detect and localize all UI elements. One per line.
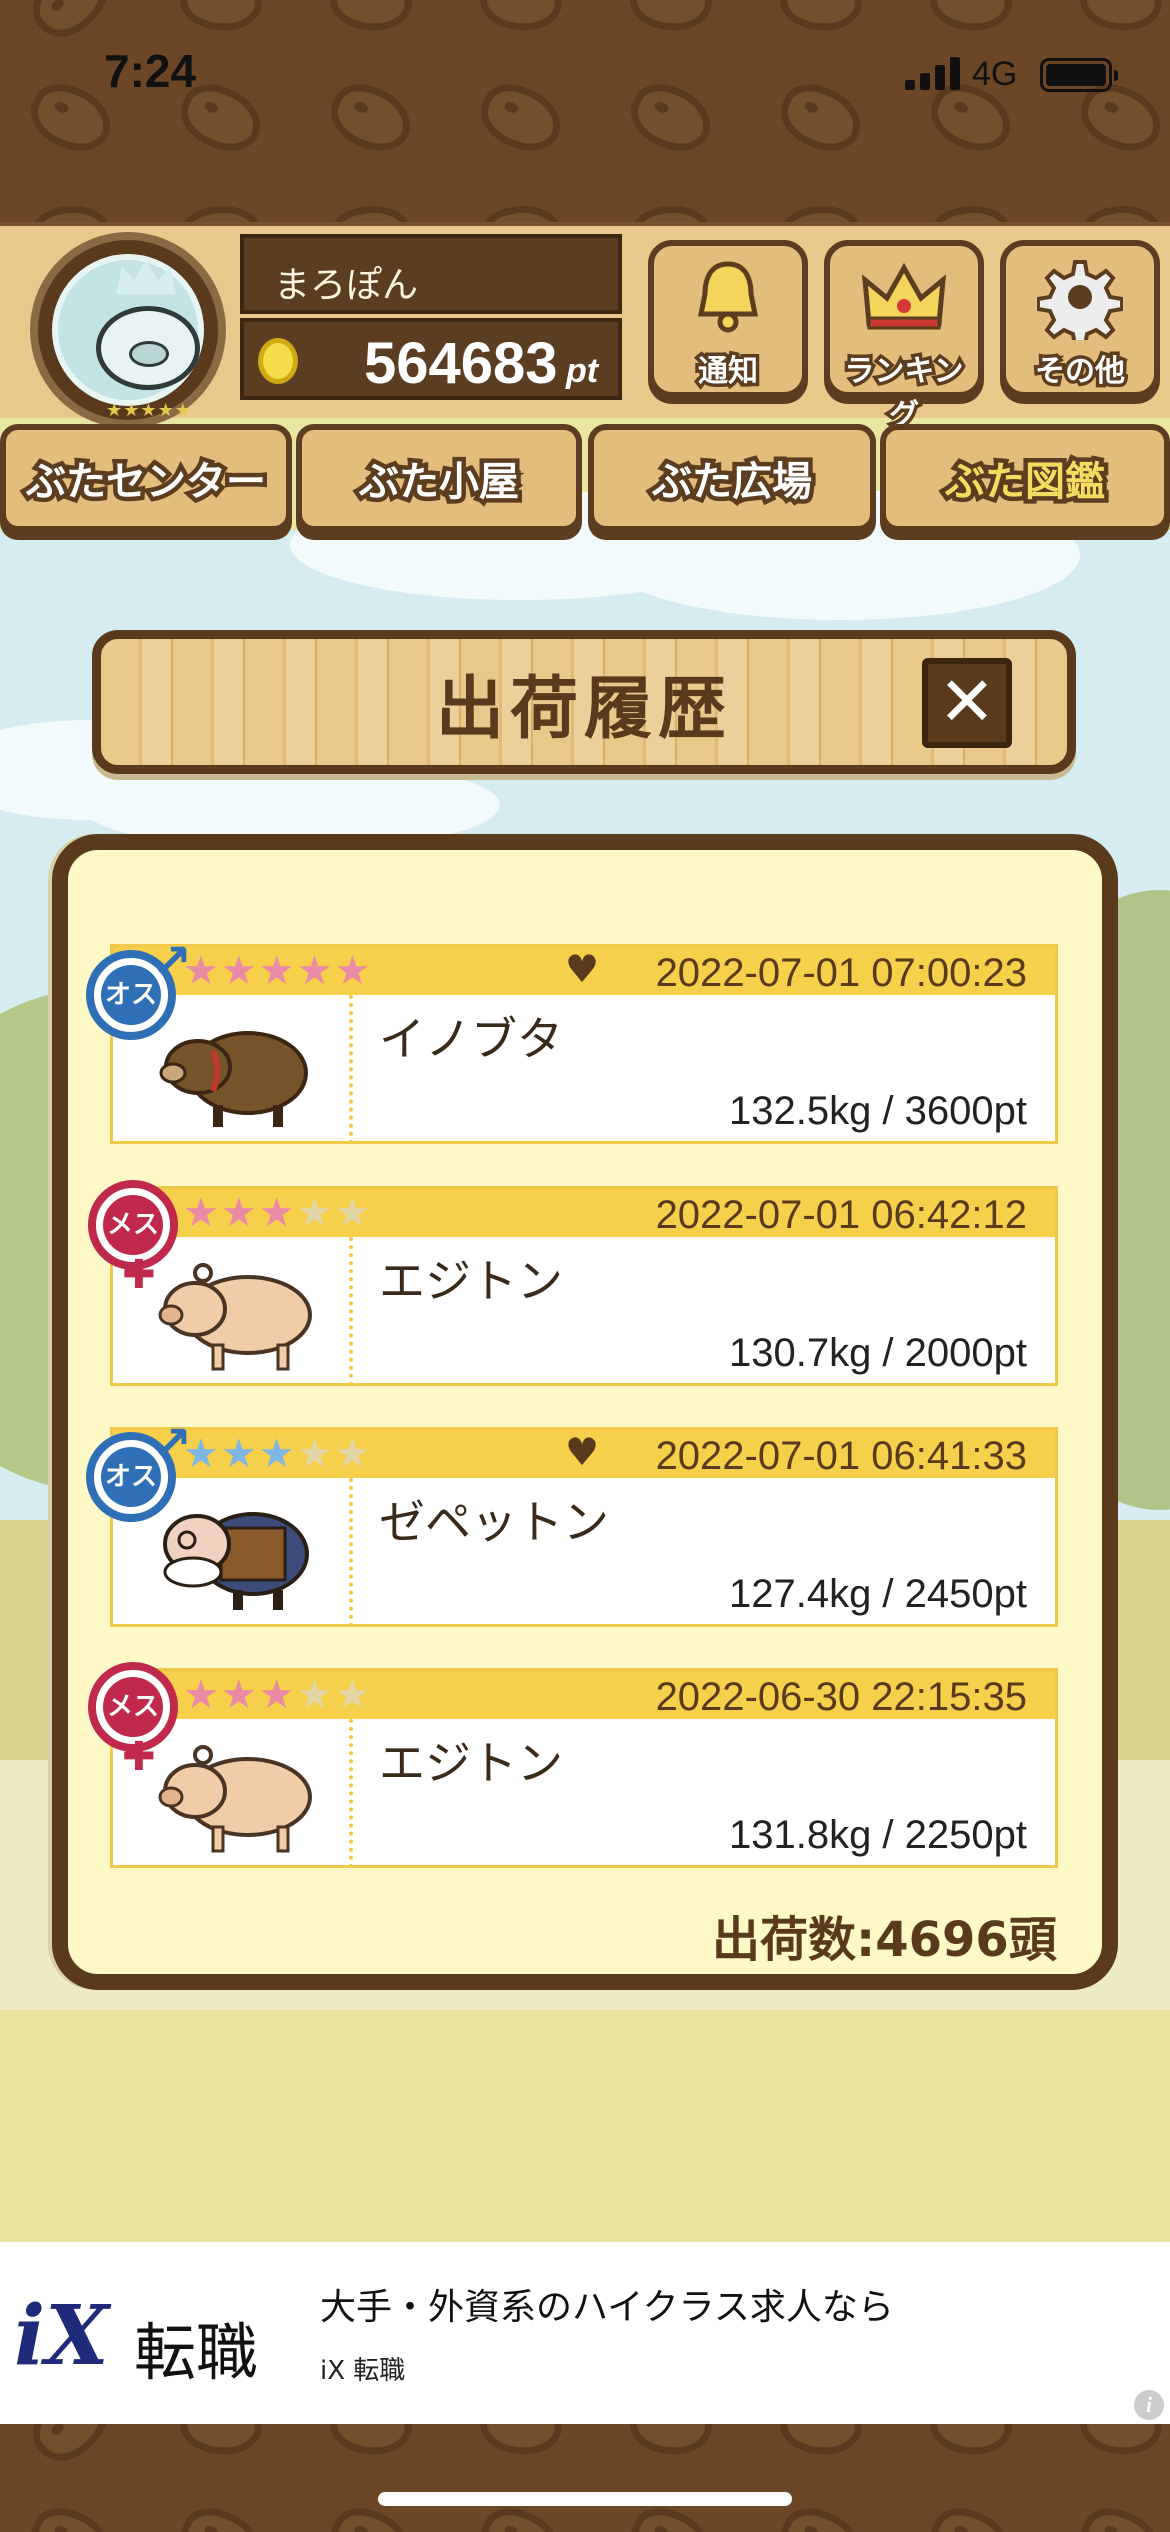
pig-name: ゼペットン	[379, 1495, 609, 1549]
weight-points: 127.4kg / 2450pt	[728, 1572, 1027, 1616]
female-badge-icon: メス ✚	[88, 1662, 178, 1780]
rarity-stars: ★★★★★	[183, 1434, 372, 1474]
shipment-datetime: 2022-07-01 06:41:33	[655, 1434, 1027, 1478]
pig-name: エジトン	[379, 1736, 563, 1790]
shipment-datetime: 2022-07-01 06:42:12	[655, 1193, 1027, 1237]
female-badge-icon: メス ✚	[88, 1180, 178, 1298]
notification-label: 通知	[695, 351, 762, 393]
other-button[interactable]: その他	[1000, 240, 1160, 398]
star-icon: ★	[296, 1190, 335, 1236]
signal-icon	[905, 56, 961, 90]
weight-points: 131.8kg / 2250pt	[728, 1813, 1027, 1857]
star-icon: ★	[296, 1672, 335, 1718]
top-pattern-background	[0, 0, 1170, 222]
user-avatar[interactable]: ★★★★★	[30, 232, 226, 428]
close-button[interactable]: ✕	[922, 658, 1012, 748]
ranking-button[interactable]: ランキング	[824, 240, 984, 437]
shipment-datetime: 2022-06-30 22:15:35	[655, 1675, 1027, 1719]
weight-points: 132.5kg / 3600pt	[728, 1089, 1027, 1133]
status-time: 7:24	[104, 45, 197, 97]
coin-icon	[258, 338, 298, 384]
pig-name: エジトン	[379, 1254, 563, 1308]
star-icon: ★	[220, 1431, 259, 1477]
bell-icon	[697, 261, 759, 333]
male-badge-icon: オス ↗	[86, 1416, 192, 1522]
tab-buta-goya[interactable]: ぶた小屋	[296, 424, 582, 532]
bottom-pattern-background	[0, 2424, 1170, 2532]
battery-icon	[1040, 58, 1118, 92]
star-icon: ★	[334, 1190, 373, 1236]
star-icon: ★	[183, 1190, 221, 1236]
shipment-total: 出荷数:4696頭	[712, 1912, 1057, 1968]
star-icon: ★	[183, 1672, 221, 1718]
star-icon: ★	[258, 948, 297, 994]
ad-banner[interactable]: iX 転職 大手・外資系のハイクラス求人なら iX 転職 i	[0, 2242, 1170, 2424]
other-label: その他	[1032, 351, 1129, 393]
rarity-stars: ★★★★★	[183, 1675, 372, 1715]
tab-buta-center[interactable]: ぶたセンター	[0, 424, 292, 532]
list-item[interactable]: ★★★★★ 2022-06-30 22:15:35 エジトン 131.8kg /…	[110, 1668, 1058, 1868]
star-icon: ★	[334, 1672, 373, 1718]
ranking-label: ランキング	[841, 351, 967, 437]
rarity-stars: ★★★★★	[183, 1193, 372, 1233]
star-icon: ★	[334, 1431, 373, 1477]
male-badge-icon: オス ↗	[86, 934, 192, 1040]
star-icon: ★	[220, 1672, 259, 1718]
list-item[interactable]: ★★★★★ 2022-07-01 06:42:12 エジトン 130.7kg /…	[110, 1186, 1058, 1386]
ad-advertiser: iX 転職	[320, 2356, 406, 2386]
shipment-datetime: 2022-07-01 07:00:23	[655, 951, 1027, 995]
star-icon: ★	[220, 948, 259, 994]
favorite-heart-icon: ♥	[565, 947, 600, 991]
weight-points: 130.7kg / 2000pt	[728, 1331, 1027, 1375]
rarity-stars: ★★★★★	[183, 951, 372, 991]
crown-icon	[861, 262, 947, 330]
star-icon: ★	[258, 1431, 297, 1477]
network-label: 4G	[972, 55, 1018, 93]
ad-logo-mark: iX	[14, 2288, 109, 2384]
home-indicator[interactable]	[378, 2492, 792, 2506]
star-icon: ★	[334, 948, 373, 994]
ad-info-icon[interactable]: i	[1134, 2390, 1164, 2420]
points-unit: pt	[566, 352, 599, 390]
ad-headline: 大手・外資系のハイクラス求人なら	[320, 2287, 894, 2328]
username-box: まろぽん	[240, 234, 622, 314]
star-icon: ★	[258, 1190, 297, 1236]
pig-name: イノブタ	[379, 1012, 563, 1066]
star-icon: ★	[220, 1190, 259, 1236]
star-icon: ★	[258, 1672, 297, 1718]
points-box: 564683 pt	[240, 318, 622, 400]
star-icon: ★	[296, 948, 335, 994]
username: まろぽん	[274, 265, 419, 306]
list-item[interactable]: ★★★★★ ♥ 2022-07-01 06:41:33 ゼペットン 127.4k…	[110, 1427, 1058, 1627]
favorite-heart-icon: ♥	[565, 1430, 600, 1474]
tab-buta-hiroba[interactable]: ぶた広場	[588, 424, 876, 532]
ground-background	[0, 2010, 1170, 2242]
gear-icon	[1037, 260, 1123, 340]
points-value: 564683	[364, 331, 558, 396]
star-icon: ★	[296, 1431, 335, 1477]
tab-buta-zukan[interactable]: ぶた図鑑	[880, 424, 1170, 532]
list-item[interactable]: ★★★★★ ♥ 2022-07-01 07:00:23 イノブタ 132.5kg…	[110, 944, 1058, 1144]
notification-button[interactable]: 通知	[648, 240, 808, 398]
ad-logo-text: 転職	[134, 2316, 259, 2389]
